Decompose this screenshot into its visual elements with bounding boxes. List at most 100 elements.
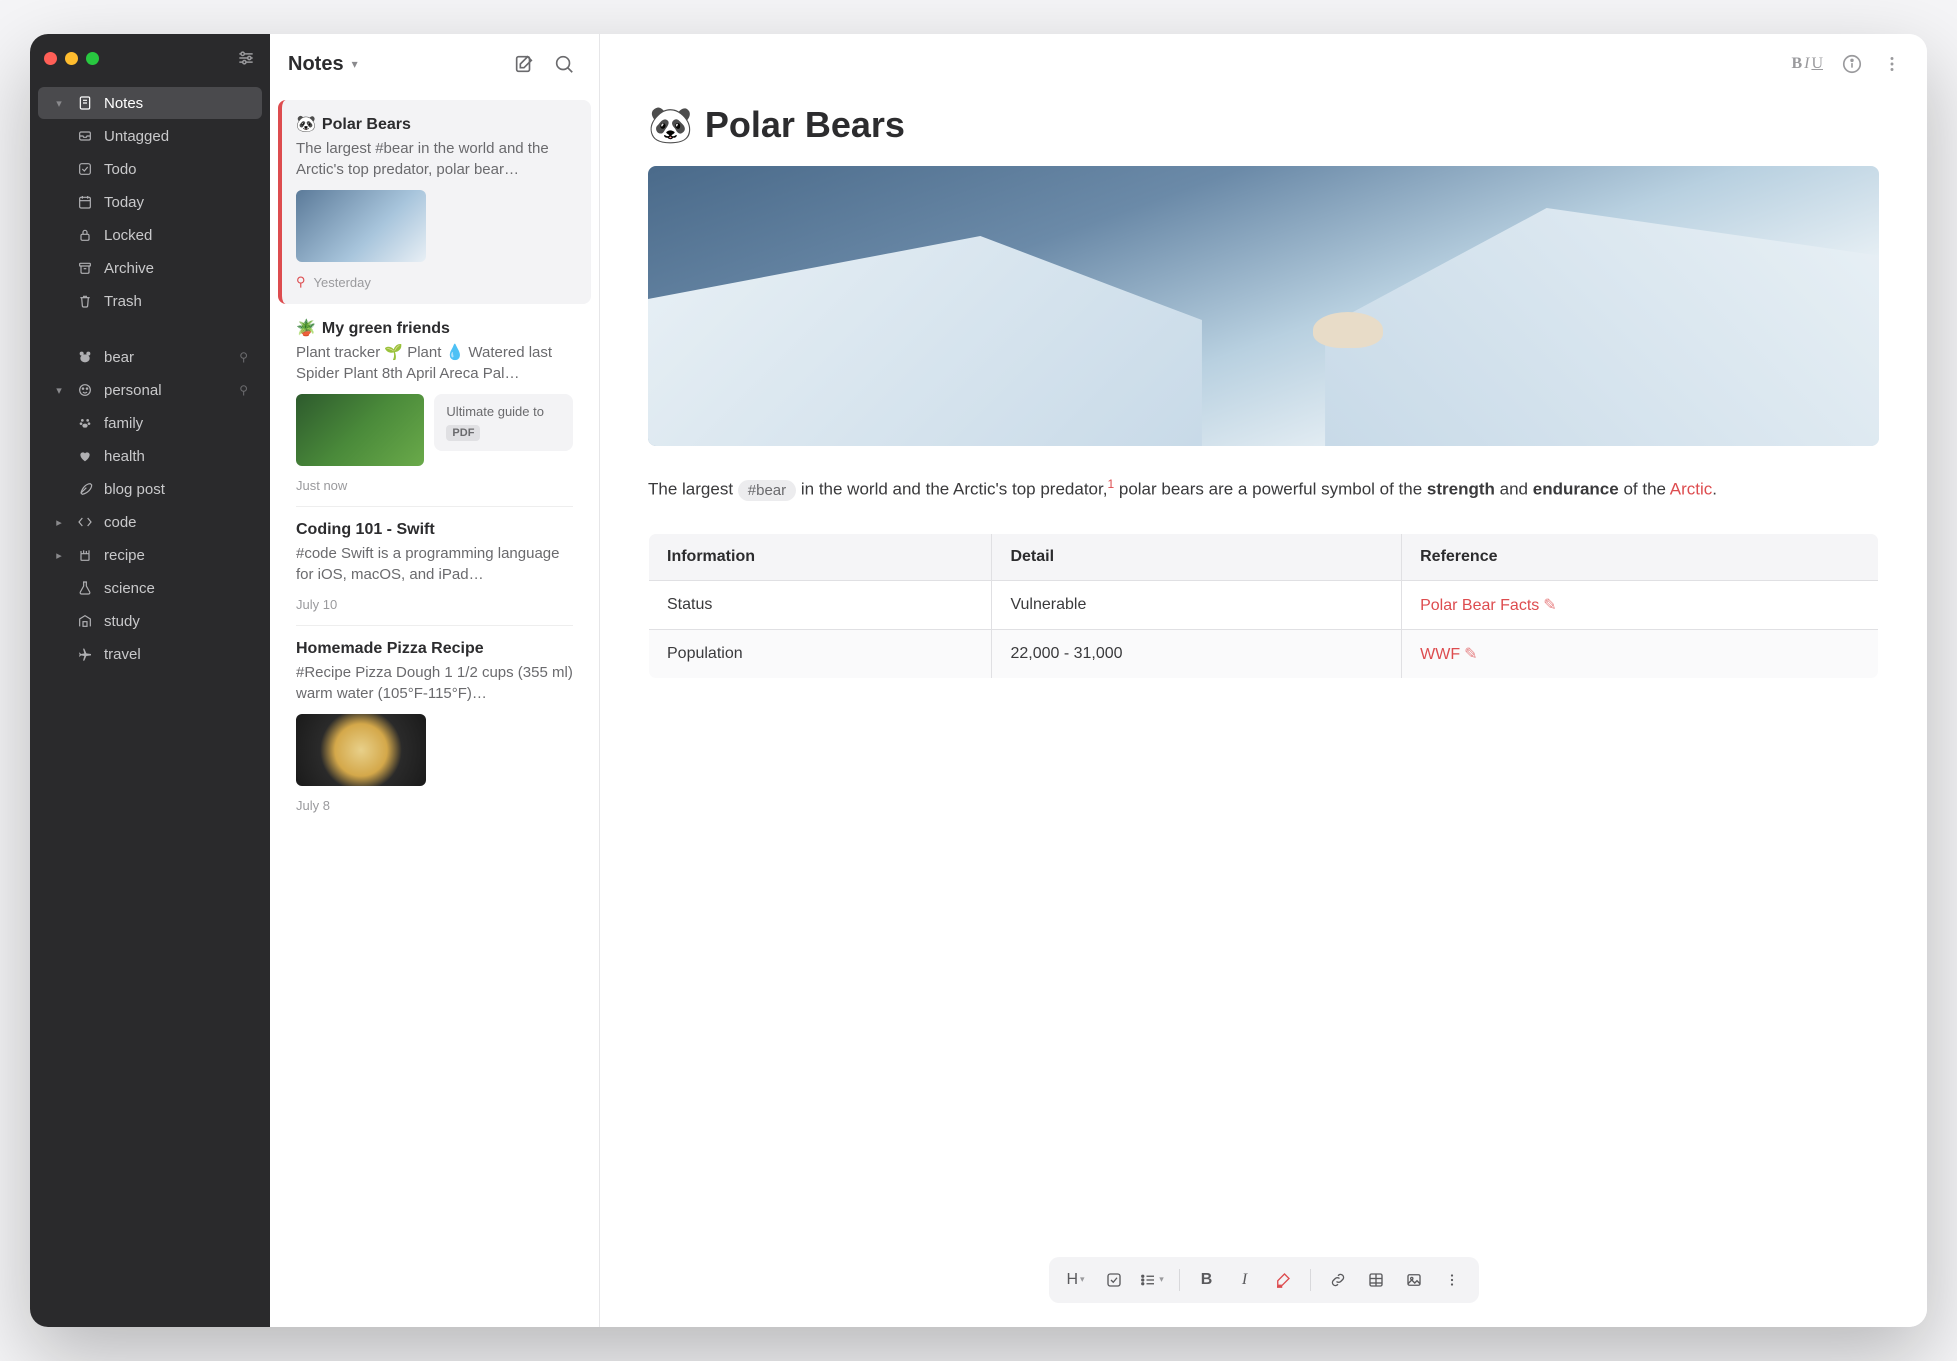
sidebar-tag-science[interactable]: science [38,572,262,604]
window-titlebar [30,34,270,82]
sidebar-item-today[interactable]: Today [38,186,262,218]
sidebar-tag-personal[interactable]: ▾ personal ⚲ [38,374,262,406]
italic-button[interactable]: I [1230,1265,1260,1295]
face-icon [76,381,94,399]
text-style-button[interactable]: BIU [1791,55,1823,73]
chevron-right-icon: ▸ [52,549,66,562]
attachment-title: Ultimate guide to [446,404,561,419]
building-icon [76,612,94,630]
table-row[interactable]: Status Vulnerable Polar Bear Facts✎ [649,580,1879,629]
sidebar-item-notes[interactable]: ▾ Notes [38,87,262,119]
tag-label: bear [104,349,229,366]
note-card[interactable]: 🐼Polar Bears The largest #bear in the wo… [278,100,591,304]
link-button[interactable] [1323,1265,1353,1295]
formatting-toolbar: H▾ ▾ B I [1049,1257,1479,1303]
sidebar-label: Archive [104,260,248,277]
note-attachment[interactable]: Ultimate guide to PDF [434,394,573,451]
table-link[interactable]: Polar Bear Facts [1420,597,1539,614]
info-button[interactable] [1841,53,1863,75]
more-formatting-button[interactable] [1437,1265,1467,1295]
trash-icon [76,292,94,310]
minimize-window-button[interactable] [65,52,78,65]
maximize-window-button[interactable] [86,52,99,65]
table-cell: Polar Bear Facts✎ [1402,580,1879,629]
attachment-badge: PDF [446,425,480,441]
close-window-button[interactable] [44,52,57,65]
tag-label: study [104,613,248,630]
lock-icon [76,226,94,244]
image-button[interactable] [1399,1265,1429,1295]
note-card-excerpt: Plant tracker 🌱 Plant 💧 Watered last Spi… [296,342,573,384]
italic-indicator: I [1804,55,1809,73]
note-icon [76,94,94,112]
table-row[interactable]: Population 22,000 - 31,000 WWF✎ [649,629,1879,678]
chevron-down-icon[interactable]: ▾ [352,57,358,71]
sidebar-tag-code[interactable]: ▸ code [38,506,262,538]
info-table[interactable]: Information Detail Reference Status Vuln… [648,533,1879,679]
editor-content[interactable]: 🐼 Polar Bears The largest #bear in the w… [600,94,1927,1327]
hashtag[interactable]: #bear [738,480,796,501]
pin-icon: ⚲ [296,274,306,290]
search-button[interactable] [547,47,581,81]
flask-icon [76,579,94,597]
note-title[interactable]: 🐼 Polar Bears [648,104,1879,146]
note-card[interactable]: Coding 101 - Swift #code Swift is a prog… [278,507,591,626]
sidebar-label: Todo [104,161,248,178]
sidebar-tag-travel[interactable]: travel [38,638,262,670]
sidebar-label: Untagged [104,128,248,145]
note-thumbnail [296,714,426,786]
pin-icon: ⚲ [239,383,248,397]
note-card[interactable]: Homemade Pizza Recipe #Recipe Pizza Doug… [278,626,591,827]
sidebar-item-untagged[interactable]: Untagged [38,120,262,152]
tag-label: science [104,580,248,597]
sidebar-item-locked[interactable]: Locked [38,219,262,251]
chevron-down-icon: ▾ [1080,1274,1085,1285]
todo-button[interactable] [1099,1265,1129,1295]
plane-icon [76,645,94,663]
heading-button[interactable]: H▾ [1061,1265,1091,1295]
note-card-excerpt: The largest #bear in the world and the A… [296,138,573,180]
hero-image[interactable] [648,166,1879,446]
new-note-button[interactable] [507,47,541,81]
bold-button[interactable]: B [1192,1265,1222,1295]
chevron-down-icon: ▾ [52,384,66,397]
checkbox-icon [76,160,94,178]
calendar-icon [76,193,94,211]
editor-panel: BIU 🐼 Polar Bears The largest #bear in t… [600,34,1927,1327]
sidebar-tag-recipe[interactable]: ▸ recipe [38,539,262,571]
sidebar-tag-bear[interactable]: bear ⚲ [38,341,262,373]
note-body-paragraph[interactable]: The largest #bear in the world and the A… [648,474,1879,505]
table-cell: Status [649,580,992,629]
note-card-date: July 8 [296,798,330,813]
feather-icon [76,480,94,498]
sidebar-tag-study[interactable]: study [38,605,262,637]
preferences-icon[interactable] [236,48,256,68]
bold-indicator: B [1791,55,1802,73]
wiki-link[interactable]: Arctic [1670,480,1713,499]
note-list-title[interactable]: Notes [288,53,344,76]
sidebar-tag-blogpost[interactable]: blog post [38,473,262,505]
toolbar-divider [1179,1269,1180,1291]
sidebar-item-archive[interactable]: Archive [38,252,262,284]
pencil-icon: ✎ [1464,646,1477,663]
table-link[interactable]: WWF [1420,646,1460,663]
sidebar-tag-health[interactable]: health [38,440,262,472]
highlight-button[interactable] [1268,1265,1298,1295]
tag-label: blog post [104,481,248,498]
sidebar-label: Locked [104,227,248,244]
table-header: Information [649,533,992,580]
sidebar-tag-family[interactable]: family [38,407,262,439]
sidebar-item-todo[interactable]: Todo [38,153,262,185]
more-menu-button[interactable] [1881,53,1903,75]
table-cell: WWF✎ [1402,629,1879,678]
sidebar-label: Today [104,194,248,211]
list-button[interactable]: ▾ [1137,1265,1167,1295]
note-thumbnail [296,394,424,466]
inbox-icon [76,127,94,145]
note-emoji: 🪴 [296,320,316,337]
note-card[interactable]: 🪴My green friends Plant tracker 🌱 Plant … [278,304,591,507]
sidebar-item-trash[interactable]: Trash [38,285,262,317]
tag-label: code [104,514,248,531]
chevron-down-icon: ▾ [1159,1274,1164,1285]
table-button[interactable] [1361,1265,1391,1295]
